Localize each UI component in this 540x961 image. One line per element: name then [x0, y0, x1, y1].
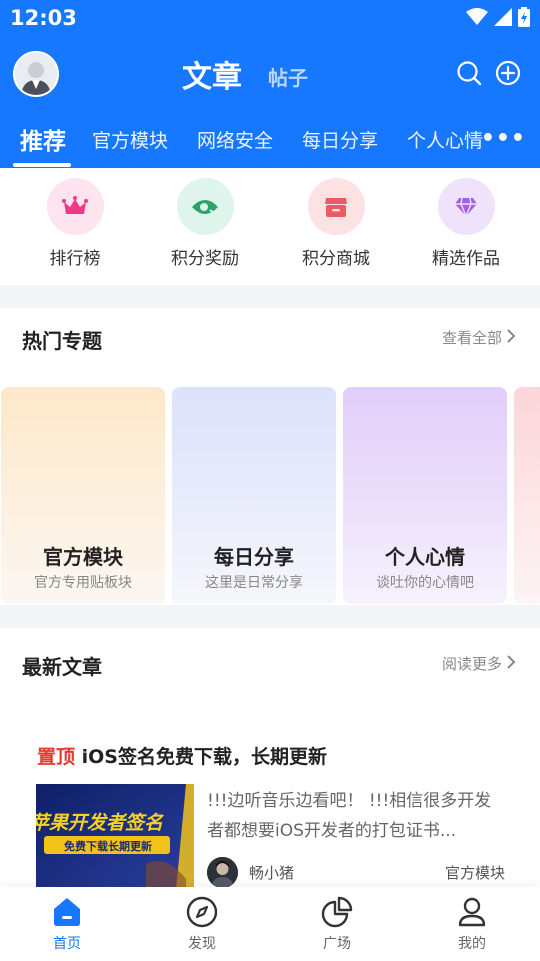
nav-label: 首页	[53, 936, 81, 952]
home-icon	[50, 895, 84, 929]
topic-card-daily-share[interactable]: 每日分享 这里是日常分享	[172, 387, 336, 604]
quick-action-label: 精选作品	[432, 249, 500, 269]
chevron-right-icon	[506, 328, 516, 348]
quick-action-featured-works[interactable]: 精选作品	[411, 178, 521, 269]
bottom-navigation: 首页 发现 广场 我的	[0, 887, 540, 961]
signal-icon	[494, 8, 512, 30]
quick-action-label: 排行榜	[49, 249, 101, 269]
topic-card-title: 官方模块	[43, 545, 123, 569]
status-time: 12:03	[10, 6, 77, 30]
article-thumbnail[interactable]: 苹果开发者签名 免费下载长期更新	[36, 784, 194, 890]
tab-daily-share[interactable]: 每日分享	[302, 126, 378, 153]
tab-personal-mood[interactable]: 个人心情	[407, 126, 483, 153]
article-title[interactable]: 置顶 iOS签名免费下载，长期更新	[37, 742, 327, 769]
category-tabs: 推荐 官方模块 网络安全 每日分享 个人心情 •••	[0, 116, 540, 168]
hot-topics-section: 热门专题 查看全部 官方模块 官方专用贴板块 每日分享 这里是日常分享 个人心情…	[0, 308, 540, 605]
quick-action-ranking[interactable]: 排行榜	[20, 178, 130, 269]
app-header: 12:03 文章 帖子 推荐 官方模块 网络安全 每日分享 个人心情 •••	[0, 0, 540, 168]
author-avatar[interactable]	[207, 857, 238, 888]
tab-recommend[interactable]: 推荐	[20, 122, 66, 156]
nav-square[interactable]: 广场	[297, 895, 377, 953]
store-icon	[307, 178, 365, 235]
quick-action-points-reward[interactable]: 积分奖励	[150, 178, 260, 269]
battery-icon	[518, 7, 530, 31]
article-title-text: iOS签名免费下载，长期更新	[81, 746, 327, 768]
nav-discover[interactable]: 发现	[162, 895, 242, 953]
hot-topics-title: 热门专题	[22, 329, 102, 353]
view-all-link[interactable]: 查看全部	[442, 327, 516, 348]
topic-card-title: 个人心情	[385, 545, 465, 569]
read-more-link[interactable]: 阅读更多	[442, 653, 516, 674]
thumbnail-heading: 苹果开发者签名	[36, 812, 164, 834]
nav-home[interactable]: 首页	[27, 895, 107, 953]
topic-card-personal-mood[interactable]: 个人心情 谈吐你的心情吧	[343, 387, 507, 604]
nav-label: 发现	[188, 936, 216, 952]
topic-card-partial[interactable]	[514, 387, 540, 604]
chevron-right-icon	[506, 654, 516, 674]
quick-action-label: 积分奖励	[171, 249, 239, 269]
pinned-badge: 置顶	[37, 746, 76, 768]
more-tabs-button[interactable]: •••	[481, 126, 526, 151]
topic-card-official[interactable]: 官方模块 官方专用贴板块	[1, 387, 165, 604]
status-bar: 12:03	[0, 0, 540, 40]
crown-icon	[46, 178, 104, 235]
nav-label: 我的	[458, 936, 486, 952]
topic-card-title: 每日分享	[214, 545, 294, 569]
pie-chart-icon	[320, 895, 354, 929]
diamond-icon	[437, 178, 495, 235]
wifi-icon	[466, 8, 488, 30]
view-all-label: 查看全部	[441, 329, 502, 347]
topic-card-subtitle: 谈吐你的心情吧	[376, 575, 474, 591]
topic-card-subtitle: 这里是日常分享	[205, 575, 303, 591]
article-category[interactable]: 官方模块	[445, 862, 505, 883]
add-icon[interactable]	[495, 60, 521, 86]
tab-official-module[interactable]: 官方模块	[92, 126, 168, 153]
author-name[interactable]: 畅小猪	[249, 862, 294, 883]
tab-posts[interactable]: 帖子	[268, 62, 308, 91]
active-tab-indicator	[13, 163, 71, 167]
article-excerpt: !!!边听音乐边看吧！ !!!相信很多开发者都想要iOS开发者的打包证书...	[207, 791, 492, 841]
quick-action-label: 积分商城	[302, 249, 370, 269]
compass-icon	[185, 895, 219, 929]
search-icon[interactable]	[456, 60, 482, 86]
topic-card-subtitle: 官方专用贴板块	[34, 575, 132, 591]
tab-network-security[interactable]: 网络安全	[197, 126, 273, 153]
user-icon	[455, 895, 489, 929]
user-avatar[interactable]	[13, 51, 59, 97]
read-more-label: 阅读更多	[441, 655, 502, 673]
quick-actions: 排行榜 积分奖励 积分商城 精选作品	[0, 168, 540, 285]
nav-profile[interactable]: 我的	[432, 895, 512, 953]
tab-articles[interactable]: 文章	[182, 52, 242, 96]
thumbnail-badge: 免费下载长期更新	[64, 840, 152, 853]
status-icons	[466, 7, 530, 31]
eye-icon	[176, 178, 234, 235]
nav-label: 广场	[323, 936, 351, 952]
quick-action-points-store[interactable]: 积分商城	[281, 178, 391, 269]
latest-articles-title: 最新文章	[22, 655, 102, 679]
